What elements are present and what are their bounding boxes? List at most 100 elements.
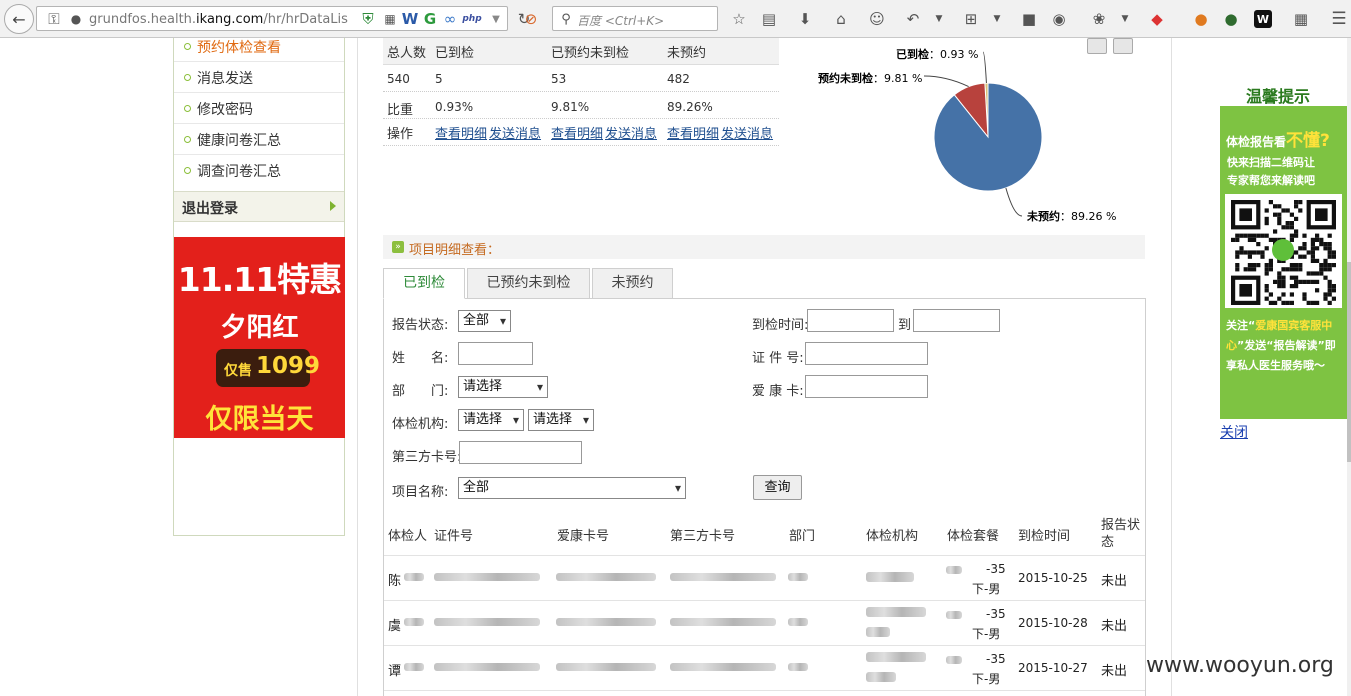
tab-not-booked[interactable]: 未预约: [592, 268, 673, 299]
page: ← ⚿ ● grundfos.health.ikang.com/hr/hrDat…: [0, 0, 1351, 696]
report-status-select[interactable]: 全部: [458, 310, 511, 332]
promo-subtitle: 夕阳红: [220, 313, 299, 343]
bug-menu-icon[interactable]: ▼: [1114, 8, 1136, 30]
sidebar-item-label: 修改密码: [197, 102, 253, 118]
name-input[interactable]: [458, 342, 533, 365]
search-box[interactable]: ⚲ 百度 <Ctrl+K>: [552, 6, 718, 31]
org-label: 体检机构:: [392, 417, 449, 432]
clipboard-icon[interactable]: ▤: [758, 8, 780, 30]
pie-label-unbooked: 未预约：89.26 %: [1026, 209, 1116, 223]
url-text[interactable]: grundfos.health.ikang.com/hr/hrDataLis: [89, 12, 353, 27]
card-input[interactable]: [805, 375, 928, 398]
tab-arrived[interactable]: 已到检: [383, 268, 465, 299]
main-border-left: [357, 38, 358, 696]
id-input[interactable]: [805, 342, 928, 365]
cell-package-age: -35: [986, 562, 1006, 576]
bug-icon[interactable]: ❀: [1088, 8, 1110, 30]
back-button[interactable]: ←: [4, 4, 34, 34]
bullet-icon: [184, 167, 191, 174]
shield-icon[interactable]: ⛨: [357, 8, 379, 30]
summary-count: 482: [667, 72, 690, 86]
col-header-third-card: 第三方卡号: [670, 529, 736, 544]
view-detail-link-unbooked[interactable]: 查看明细: [667, 123, 719, 142]
hat-icon[interactable]: ◆: [1146, 8, 1168, 30]
ghost-icon[interactable]: ◉: [1048, 8, 1070, 30]
export-icon[interactable]: [1113, 38, 1133, 54]
arrow-right-icon: [330, 201, 336, 211]
blocked-icon[interactable]: ⊘: [520, 8, 542, 30]
cell-arrive-time: 2015-10-27: [1018, 661, 1088, 675]
org-branch-select[interactable]: 请选择: [528, 409, 594, 431]
summary-ratio: 9.81%: [551, 100, 590, 114]
view-detail-link-arrived[interactable]: 查看明细: [435, 123, 487, 142]
card-label: 爱 康 卡:: [752, 384, 804, 399]
wechat-ad[interactable]: 体检报告看不懂? 快来扫描二维码让 专家帮您来解读吧 关注“爱康国宾客服中心”发送…: [1220, 106, 1347, 419]
qr-icon[interactable]: ▦: [379, 8, 401, 30]
send-message-link-unbooked[interactable]: 发送消息: [721, 123, 773, 142]
php-icon[interactable]: php: [461, 8, 483, 30]
fox-icon[interactable]: ●: [1190, 8, 1212, 30]
dropdown-icon[interactable]: ▼: [485, 8, 507, 30]
sidebar-item-questionnaire[interactable]: 调查问卷汇总: [174, 155, 344, 186]
redacted-package: [946, 611, 962, 619]
sidebar-item-send-message[interactable]: 消息发送: [174, 62, 344, 93]
g-icon[interactable]: G: [419, 8, 441, 30]
promo-banner[interactable]: 11.11特惠 夕阳红 仅售 1099 仅限当天: [174, 237, 345, 438]
summary-count: 5: [435, 72, 443, 86]
sidebar-item-health-survey[interactable]: 健康问卷汇总: [174, 124, 344, 155]
arrive-time-start-input[interactable]: [807, 309, 894, 332]
redacted-name: [404, 618, 424, 626]
tab-booked-not-arrived[interactable]: 已预约未到检: [467, 268, 590, 299]
main-border-right: [1171, 38, 1172, 696]
ad-subline-2: 专家帮您来解读吧: [1227, 174, 1315, 187]
undo-icon[interactable]: ↶: [902, 8, 924, 30]
url-host: ikang.com: [196, 12, 264, 27]
query-button[interactable]: 查询: [753, 475, 802, 500]
redacted-name: [404, 663, 424, 671]
address-bar[interactable]: ⚿ ● grundfos.health.ikang.com/hr/hrDataL…: [36, 6, 530, 31]
key-icon: ⚿: [48, 10, 60, 28]
dept-select[interactable]: 请选择: [458, 376, 548, 398]
swirl-icon[interactable]: ∞: [439, 8, 461, 30]
send-message-link-booked[interactable]: 发送消息: [605, 123, 657, 142]
comment-icon[interactable]: ■: [1018, 8, 1040, 30]
crop-menu-icon[interactable]: ▼: [986, 8, 1008, 30]
crop-icon[interactable]: ⊞: [960, 8, 982, 30]
menu-icon[interactable]: ☰: [1328, 8, 1350, 30]
pie-label-booked-value: ：9.81 %: [873, 72, 922, 85]
watermark: www.wooyun.org: [1146, 653, 1334, 678]
project-select[interactable]: 全部: [458, 477, 686, 499]
grid-icon[interactable]: ▦: [1290, 8, 1312, 30]
summary-header: 已到检: [435, 46, 475, 61]
sidebar-item-appointment-view[interactable]: 预约体检查看: [174, 31, 344, 62]
col-header-package: 体检套餐: [947, 529, 1000, 544]
pie-label-booked: 预约未到检：9.81 %: [818, 71, 922, 85]
logout-label: 退出登录: [182, 201, 238, 217]
print-icon[interactable]: [1087, 38, 1107, 54]
col-header-arrive-time: 到检时间: [1018, 529, 1071, 544]
star-icon[interactable]: ☆: [728, 8, 750, 30]
view-detail-link-booked[interactable]: 查看明细: [551, 123, 603, 142]
arrive-time-end-input[interactable]: [913, 309, 1000, 332]
pie-chart: 已到检：0.93 % 预约未到检：9.81 % 未预约：89.26 %: [818, 47, 1116, 223]
summary-header-row: 总人数 已到检 已预约未到检 未预约: [383, 38, 779, 65]
scrollbar-thumb[interactable]: [1347, 262, 1351, 462]
promo-price: 1099: [256, 353, 321, 379]
home-icon[interactable]: ⌂: [830, 8, 852, 30]
redacted-org: [866, 572, 914, 582]
row-divider: [384, 645, 1145, 646]
to-label: 到: [898, 318, 912, 333]
w-icon[interactable]: W: [399, 8, 421, 30]
send-message-link-arrived[interactable]: 发送消息: [489, 123, 541, 142]
shield-green-icon[interactable]: ●: [1220, 8, 1242, 30]
chat-icon[interactable]: ☺: [866, 8, 888, 30]
summary-action-row: 操作 查看明细 发送消息 查看明细 发送消息 查看明细 发送消息: [383, 119, 779, 146]
w-extension-icon[interactable]: W: [1254, 10, 1272, 28]
download-icon[interactable]: ⬇: [794, 8, 816, 30]
logout-button[interactable]: 退出登录: [174, 191, 344, 222]
undo-menu-icon[interactable]: ▼: [928, 8, 950, 30]
org-city-select[interactable]: 请选择: [458, 409, 524, 431]
close-ad-link[interactable]: 关闭: [1220, 422, 1248, 442]
sidebar-item-change-password[interactable]: 修改密码: [174, 93, 344, 124]
third-card-input[interactable]: [459, 441, 582, 464]
